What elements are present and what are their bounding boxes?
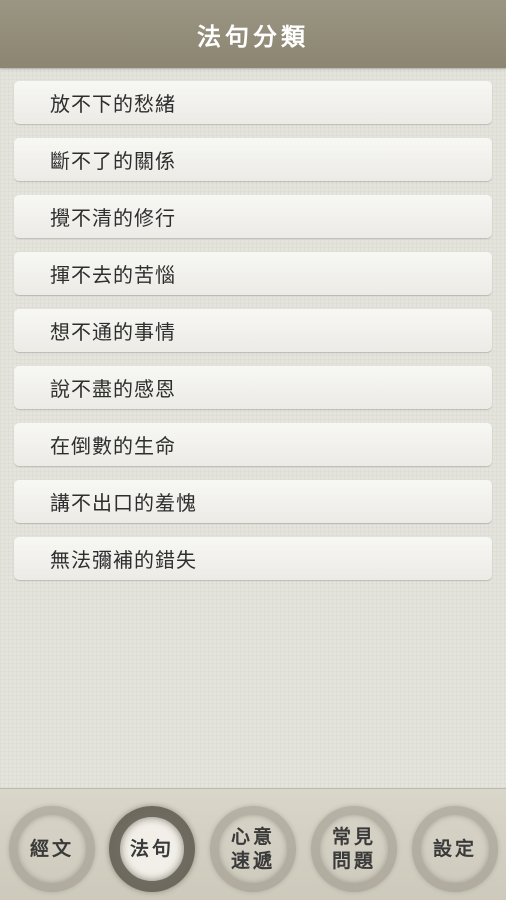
list-item[interactable]: 攪不清的修行 <box>14 195 492 238</box>
list-item-label: 揮不去的苦惱 <box>50 263 176 287</box>
tab-label: 法句 <box>129 838 174 860</box>
page-title: 法句分類 <box>197 21 309 51</box>
list-item-label: 攪不清的修行 <box>50 206 176 230</box>
list-item-label: 講不出口的羞愧 <box>50 491 197 515</box>
list-item-label: 在倒數的生命 <box>50 434 176 458</box>
tab-label-line2: 問題 <box>331 850 376 872</box>
header-bar: 法句分類 <box>0 0 506 68</box>
tab-label-line2: 速遞 <box>230 850 275 872</box>
list-item[interactable]: 說不盡的感恩 <box>14 366 492 409</box>
tab-label-line1: 常見 <box>331 826 376 848</box>
list-item[interactable]: 想不通的事情 <box>14 309 492 352</box>
list-item-label: 無法彌補的錯失 <box>50 548 197 572</box>
tab-message-express[interactable]: 心意 速遞 <box>210 806 296 892</box>
list-item-label: 斷不了的關係 <box>50 149 176 173</box>
list-item[interactable]: 講不出口的羞愧 <box>14 480 492 523</box>
bottom-tab-bar: 經文 法句 心意 速遞 常見 問題 設定 <box>0 788 506 900</box>
category-list: 放不下的愁緒 斷不了的關係 攪不清的修行 揮不去的苦惱 想不通的事情 說不盡的感… <box>14 81 492 594</box>
list-item-label: 想不通的事情 <box>50 320 176 344</box>
tab-label: 經文 <box>29 838 74 860</box>
list-item[interactable]: 無法彌補的錯失 <box>14 537 492 580</box>
tab-scripture[interactable]: 經文 <box>9 806 95 892</box>
tab-label-line1: 心意 <box>230 826 275 848</box>
list-item[interactable]: 揮不去的苦惱 <box>14 252 492 295</box>
list-item-label: 說不盡的感恩 <box>50 377 176 401</box>
tab-settings[interactable]: 設定 <box>412 806 498 892</box>
tab-dharma-verses[interactable]: 法句 <box>109 806 195 892</box>
tab-faq[interactable]: 常見 問題 <box>311 806 397 892</box>
tab-label: 設定 <box>432 838 477 860</box>
list-item[interactable]: 斷不了的關係 <box>14 138 492 181</box>
list-item[interactable]: 放不下的愁緒 <box>14 81 492 124</box>
list-item[interactable]: 在倒數的生命 <box>14 423 492 466</box>
list-item-label: 放不下的愁緒 <box>50 92 176 116</box>
